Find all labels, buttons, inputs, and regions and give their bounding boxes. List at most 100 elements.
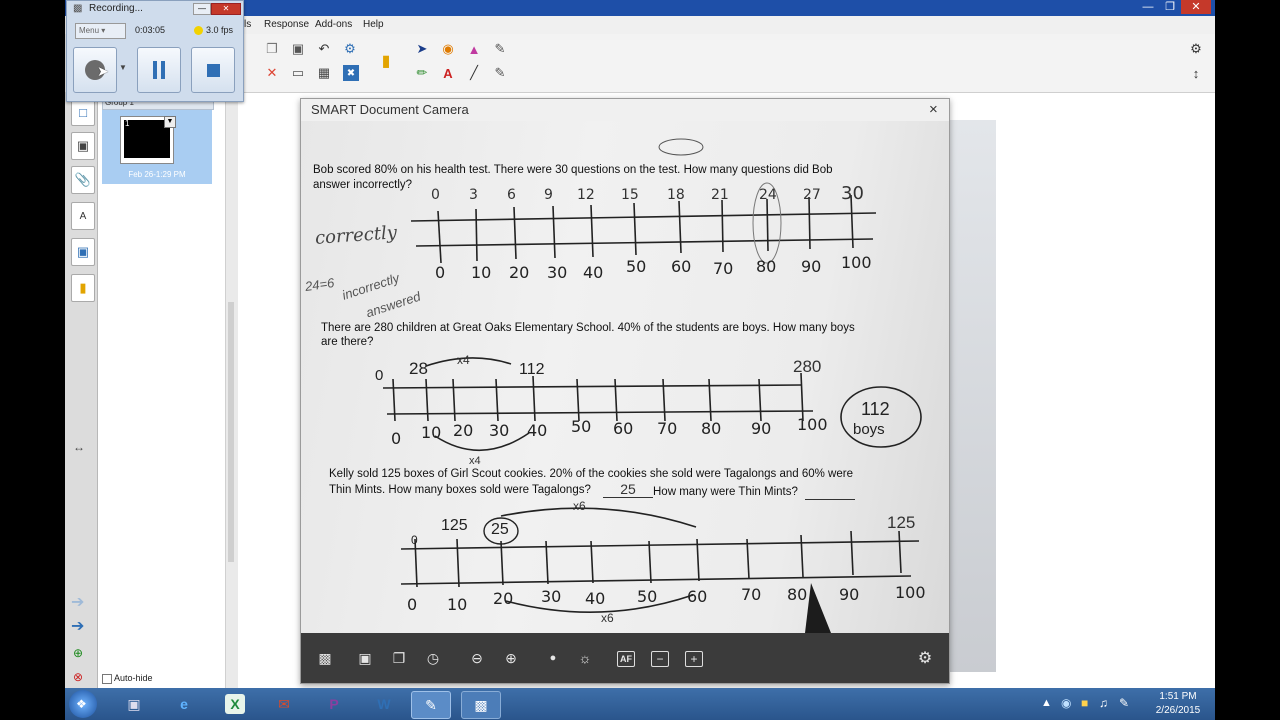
lock-icon[interactable]: ▮ xyxy=(375,50,397,72)
screen-capture-icon[interactable]: ▣ xyxy=(287,38,309,60)
toolbar-move-icon[interactable]: ↕ xyxy=(1185,62,1207,84)
addons-tab-icon[interactable]: ▣ xyxy=(71,238,95,266)
taskbar-excel-icon[interactable]: X xyxy=(225,694,245,714)
recorder-menu-dropdown[interactable]: Menu ▾ xyxy=(75,23,126,39)
page-thumbnail-selected[interactable]: 1 ▼ Feb 26-1:29 PM xyxy=(102,110,212,184)
q3-text-line1: Kelly sold 125 boxes of Girl Scout cooki… xyxy=(329,468,853,480)
q2-text-line2: are there? xyxy=(321,336,374,348)
q2-top-280: 280 xyxy=(793,357,822,376)
q1-top-24: 24 xyxy=(759,187,777,203)
menu-item-addons[interactable]: Add-ons xyxy=(315,19,352,30)
autohide-checkbox[interactable] xyxy=(102,674,112,684)
minimize-button[interactable]: — xyxy=(1137,0,1159,14)
tray-security-icon[interactable]: ■ xyxy=(1081,696,1088,710)
page-number: 1 xyxy=(125,119,130,128)
page-menu-chevron-icon[interactable]: ▼ xyxy=(164,116,176,128)
taskbar-app-1-icon[interactable]: ▣ xyxy=(115,691,153,717)
q1-circle-80pct xyxy=(658,138,704,156)
q2-top-28: 28 xyxy=(409,359,428,378)
screen-shade-icon[interactable]: ▭ xyxy=(287,62,309,84)
maximize-button[interactable]: ❐ xyxy=(1159,0,1181,14)
taskbar-outlook-icon[interactable]: ✉ xyxy=(265,691,303,717)
select-pointer-icon[interactable]: ➤ xyxy=(411,38,433,60)
text-icon[interactable]: A xyxy=(437,62,459,84)
taskbar-notebook-icon[interactable]: ✎ xyxy=(411,691,451,719)
q3-times-top: x6 xyxy=(573,499,586,513)
stop-button[interactable] xyxy=(191,47,235,93)
start-button[interactable]: ❖ xyxy=(69,690,97,718)
sorter-scroll-thumb[interactable] xyxy=(228,302,234,562)
gallery-tab-icon[interactable]: ▣ xyxy=(71,132,95,160)
delete-icon[interactable]: ✕ xyxy=(261,62,283,84)
add-page-icon[interactable]: ⊕ xyxy=(73,646,83,660)
brightness-up-icon[interactable]: ☼ xyxy=(575,649,595,667)
q2-bottom-30: 30 xyxy=(489,421,510,440)
recorder-fps: 3.0 fps xyxy=(206,25,234,35)
camera-3d-cube-icon[interactable]: ▩ xyxy=(315,649,335,667)
delete-page-icon[interactable]: ⊗ xyxy=(73,670,83,684)
taskbar-publisher-icon[interactable]: P xyxy=(315,691,353,717)
camera-backdrop xyxy=(948,120,996,672)
focus-minus-button[interactable]: − xyxy=(651,651,669,667)
properties-tab-icon[interactable]: A xyxy=(71,202,95,230)
recorder-close-button[interactable]: ✕ xyxy=(211,3,241,15)
eraser-icon[interactable]: ▲ xyxy=(463,38,485,60)
camera-timed-capture-icon[interactable]: ◷ xyxy=(423,649,443,667)
forward-arrow-icon[interactable]: ➔ xyxy=(71,616,84,636)
tray-network-icon[interactable]: ◉ xyxy=(1061,696,1071,710)
zoom-in-icon[interactable]: ⊕ xyxy=(501,649,521,667)
line-icon[interactable]: ╱ xyxy=(463,62,485,84)
camera-capture-to-page-icon[interactable]: ❐ xyxy=(389,649,409,667)
taskbar-ie-icon[interactable]: e xyxy=(165,691,203,717)
tray-pen-icon[interactable]: ✎ xyxy=(1119,696,1129,710)
record-options-chevron-icon[interactable]: ▼ xyxy=(119,63,127,72)
camera-capture-icon[interactable]: ▣ xyxy=(355,649,375,667)
recorder-minimize-button[interactable]: — xyxy=(193,3,211,15)
settings-gear-icon[interactable]: ⚙ xyxy=(1185,38,1207,60)
menu-bar: ls Response Add-ons Help xyxy=(240,16,1215,34)
q1-bottom-10: 10 xyxy=(471,263,492,282)
q2-times-top: x4 xyxy=(457,353,470,367)
taskbar-word-icon[interactable]: W xyxy=(365,691,403,717)
paste-icon[interactable]: ❐ xyxy=(261,38,283,60)
highlighter-icon[interactable]: ✎ xyxy=(489,62,511,84)
q3-line-bottom xyxy=(400,575,912,585)
taskbar-recorder-icon[interactable]: ▩ xyxy=(461,691,501,719)
menu-item-help[interactable]: Help xyxy=(363,19,384,30)
autofocus-button[interactable]: AF xyxy=(617,651,635,667)
q3-text-line2: Thin Mints. How many boxes sold were Tag… xyxy=(329,484,591,496)
menu-item-response[interactable]: Response xyxy=(264,19,309,30)
q3-bottom-70: 70 xyxy=(741,585,762,604)
clock-date[interactable]: 2/26/2015 xyxy=(1145,705,1211,716)
pause-button[interactable] xyxy=(137,47,181,93)
close-window-button[interactable]: ✕ xyxy=(1181,0,1211,14)
attachments-tab-icon[interactable]: 📎 xyxy=(71,166,95,194)
q2-bottom-40: 40 xyxy=(527,421,548,440)
lesson-tab-icon[interactable]: ▮ xyxy=(71,274,95,302)
fill-icon[interactable]: ◉ xyxy=(437,38,459,60)
page-sorter-tab-icon[interactable]: □ xyxy=(71,98,95,126)
camera-feed: Bob scored 80% on his health test. There… xyxy=(301,121,949,633)
zoom-out-icon[interactable]: ⊖ xyxy=(467,649,487,667)
menu-item-tools[interactable]: ls xyxy=(244,19,251,30)
brightness-down-icon[interactable]: ● xyxy=(543,649,563,667)
magic-pen-icon[interactable]: ✎ xyxy=(489,38,511,60)
properties-icon[interactable]: ⚙ xyxy=(339,38,361,60)
camera-close-button[interactable]: × xyxy=(929,101,938,118)
tray-show-hidden-icon[interactable]: ▲ xyxy=(1041,697,1052,709)
panel-resize-icon[interactable]: ↔ xyxy=(73,440,85,454)
record-button[interactable] xyxy=(73,47,117,93)
focus-plus-button[interactable]: + xyxy=(685,651,703,667)
clock-time[interactable]: 1:51 PM xyxy=(1145,691,1211,702)
q3-bottom-40: 40 xyxy=(585,589,606,608)
q1-bottom-30: 30 xyxy=(547,263,568,282)
fit-icon[interactable]: ✖ xyxy=(343,65,359,81)
sorter-scrollbar[interactable] xyxy=(225,92,238,688)
undo-icon[interactable]: ↶ xyxy=(313,38,335,60)
pens-icon[interactable]: ✏ xyxy=(411,62,433,84)
table-icon[interactable]: ▦ xyxy=(313,62,335,84)
camera-settings-gear-icon[interactable]: ⚙ xyxy=(915,649,935,667)
q3-bottom-0: 0 xyxy=(407,595,418,614)
tray-volume-icon[interactable]: ♫ xyxy=(1099,696,1108,710)
back-arrow-icon[interactable]: ➔ xyxy=(71,592,84,612)
